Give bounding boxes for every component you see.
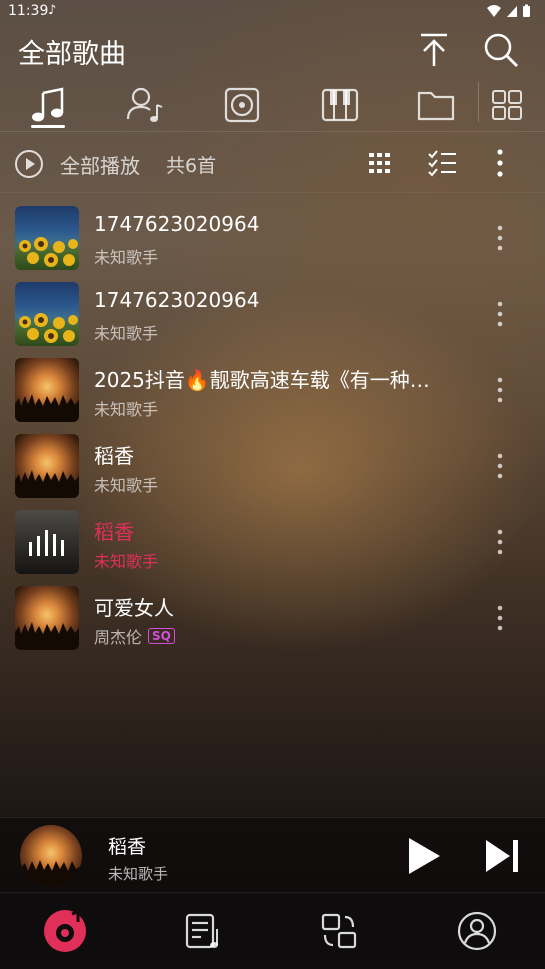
more-vertical-icon <box>497 377 503 403</box>
song-more-button[interactable] <box>486 298 514 330</box>
song-more-button[interactable] <box>486 450 514 482</box>
album-icon <box>224 87 260 123</box>
song-row-playing[interactable]: 稻香 未知歌手 <box>0 504 545 580</box>
more-vertical-icon <box>497 529 503 555</box>
list-dots-icon <box>369 153 390 173</box>
switch-icon <box>321 913 357 949</box>
more-vertical-icon <box>497 149 503 177</box>
status-time: 11:39 <box>8 3 49 19</box>
album-cover <box>15 586 79 650</box>
album-cover <box>15 510 79 574</box>
song-more-button[interactable] <box>486 526 514 558</box>
album-cover <box>15 206 79 270</box>
more-vertical-icon <box>497 301 503 327</box>
tab-divider <box>478 82 479 122</box>
search-button[interactable] <box>481 30 521 70</box>
search-icon <box>484 33 518 67</box>
battery-icon <box>523 4 530 17</box>
song-artist: 未知歌手 <box>94 400 159 419</box>
locate-button[interactable] <box>364 147 396 179</box>
tab-artists[interactable] <box>120 82 170 128</box>
nav-playlist[interactable] <box>180 908 226 954</box>
mini-player-artist: 未知歌手 <box>108 865 169 883</box>
song-title: 稻香 <box>94 520 134 544</box>
mini-player[interactable]: 稻香 未知歌手 <box>0 817 545 893</box>
song-count: 共6首 <box>166 155 217 177</box>
page-title: 全部歌曲 <box>18 39 126 70</box>
skip-next-icon <box>486 840 518 872</box>
status-icons <box>486 4 531 18</box>
grid-icon <box>492 90 522 120</box>
app-header: 全部歌曲 <box>0 26 545 76</box>
nav-switch[interactable] <box>316 908 362 954</box>
scroll-top-button[interactable] <box>414 30 454 70</box>
song-title: 2025抖音🔥靓歌高速车载《有一种… <box>94 368 430 392</box>
signal-icon <box>507 6 517 17</box>
play-all-bar: 全部播放 共6首 <box>0 133 545 193</box>
album-cover <box>15 434 79 498</box>
song-artist: 未知歌手 <box>94 324 159 343</box>
bottom-navigation <box>0 894 545 969</box>
song-more-button[interactable] <box>486 374 514 406</box>
equalizer-icon <box>29 530 64 556</box>
tab-folders[interactable] <box>411 82 461 128</box>
song-artist: 未知歌手 <box>94 476 159 495</box>
play-all-button[interactable]: 全部播放 <box>60 150 140 179</box>
playbar-more-button[interactable] <box>484 147 516 179</box>
album-cover <box>15 358 79 422</box>
song-row[interactable]: 可爱女人 周杰伦 SQ <box>0 580 545 656</box>
profile-icon <box>457 911 497 951</box>
folder-icon <box>417 91 455 121</box>
more-vertical-icon <box>497 225 503 251</box>
mini-player-cover[interactable] <box>20 825 82 887</box>
status-bar: 11:39 ♪ <box>0 0 545 24</box>
song-title: 1747623020964 <box>94 212 260 236</box>
song-artist: 未知歌手 <box>94 552 159 571</box>
music-note-icon <box>32 87 64 122</box>
music-disc-icon <box>44 909 86 952</box>
play-button[interactable] <box>402 834 446 878</box>
song-title: 稻香 <box>94 444 134 468</box>
music-note-icon: ♪ <box>48 3 57 18</box>
wifi-icon <box>487 5 501 17</box>
song-more-button[interactable] <box>486 602 514 634</box>
song-row[interactable]: 2025抖音🔥靓歌高速车载《有一种… 未知歌手 <box>0 352 545 428</box>
playlist-icon <box>185 913 218 949</box>
play-all-icon[interactable] <box>14 149 44 179</box>
song-title: 可爱女人 <box>94 596 174 620</box>
active-tab-indicator <box>31 125 65 128</box>
tab-albums[interactable] <box>217 82 267 128</box>
more-vertical-icon <box>497 605 503 631</box>
song-row[interactable]: 1747623020964 未知歌手 <box>0 200 545 276</box>
play-icon <box>409 838 440 874</box>
song-more-button[interactable] <box>486 222 514 254</box>
song-row[interactable]: 稻香 未知歌手 <box>0 428 545 504</box>
sq-badge: SQ <box>148 628 175 644</box>
song-artist: 周杰伦 SQ <box>94 624 175 648</box>
piano-icon <box>321 88 359 122</box>
more-vertical-icon <box>497 453 503 479</box>
nav-music[interactable] <box>42 908 88 954</box>
tab-genres[interactable] <box>315 82 365 128</box>
multi-select-button[interactable] <box>426 147 458 179</box>
song-artist: 未知歌手 <box>94 248 159 267</box>
checklist-icon <box>428 150 456 177</box>
artist-icon <box>126 87 163 122</box>
next-button[interactable] <box>480 834 524 878</box>
tab-grid[interactable] <box>482 82 532 128</box>
song-row[interactable]: 1747623020964 未知歌手 <box>0 276 545 352</box>
mini-player-title: 稻香 <box>108 836 147 858</box>
scroll-top-icon <box>421 33 447 66</box>
tab-songs[interactable] <box>23 82 73 128</box>
nav-profile[interactable] <box>454 908 500 954</box>
song-title: 1747623020964 <box>94 288 260 312</box>
category-tabs <box>0 78 545 132</box>
album-cover <box>15 282 79 346</box>
